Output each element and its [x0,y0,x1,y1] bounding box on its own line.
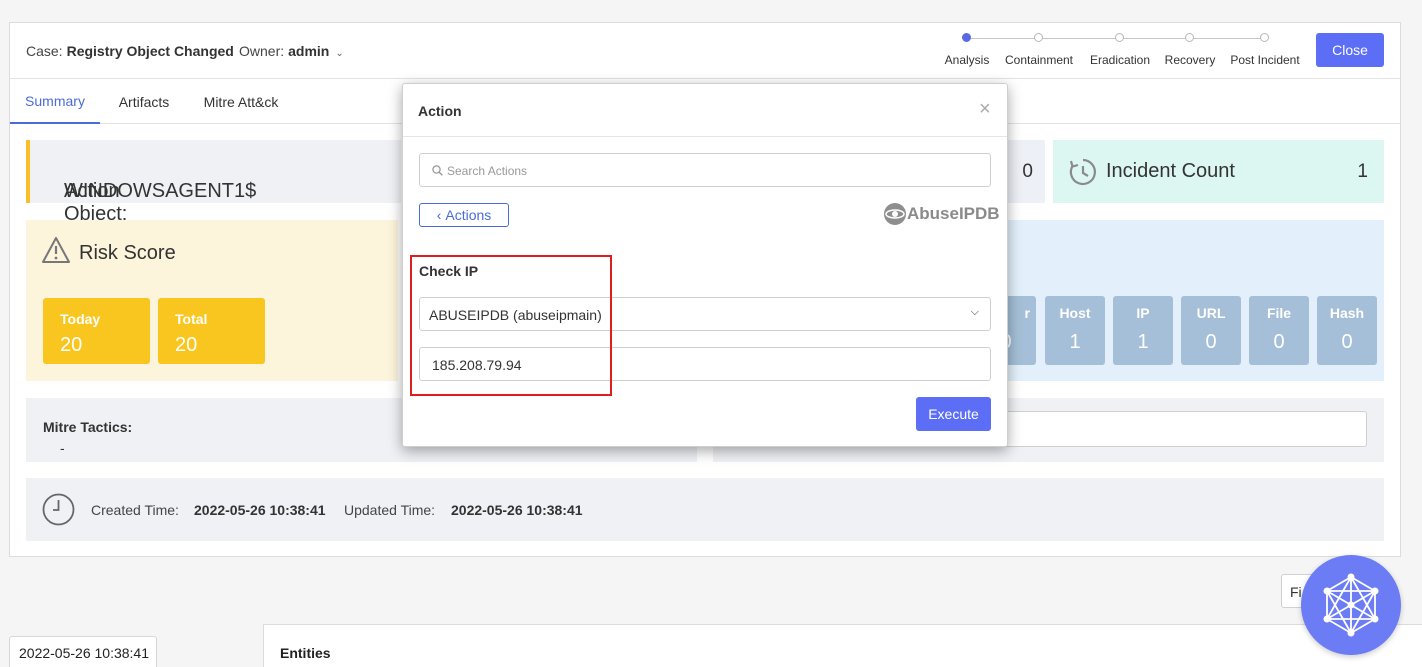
modal-header: Action × [403,84,1007,137]
step-dot-analysis[interactable] [962,33,971,42]
chevron-down-icon: ⌵ [970,306,979,318]
risk-today-box: Today 20 [43,298,150,364]
count-value: 0 [1022,161,1033,182]
step-label-eradication[interactable]: Eradication [1090,53,1150,67]
owner-label: Owner: [239,43,285,59]
artifact-box-url: URL 0 [1181,296,1241,365]
history-icon [1069,158,1096,186]
incident-count-label: Incident Count [1106,160,1235,182]
artifact-counts-panel: r 0 Host 1 IP 1 URL 0 File 0 Hash 0 [976,220,1384,381]
step-dot-containment[interactable] [1034,33,1043,42]
tab-mitre-attack[interactable]: Mitre Att&ck [190,80,292,124]
risk-score-panel: Risk Score Today 20 Total 20 [26,220,398,381]
action-object-panel: Action Object: WINDOWSAGENT1$ [26,140,401,225]
case-label: Case: [26,43,63,59]
chevron-down-icon: ⌄ [335,48,344,59]
step-label-analysis[interactable]: Analysis [945,53,990,67]
clock-icon [42,493,75,526]
owner-dropdown[interactable]: Owner: admin ⌄ [239,43,344,59]
case-title: Case: Registry Object Changed [26,43,234,59]
search-icon [432,165,443,176]
owner-name: admin [288,43,330,59]
risk-today-value: 20 [60,334,83,356]
step-label-containment[interactable]: Containment [1005,53,1073,67]
step-label-post-incident[interactable]: Post Incident [1230,53,1299,67]
risk-total-value: 20 [175,334,198,356]
risk-today-label: Today [60,311,101,327]
entities-title: Entities [280,645,331,661]
back-label: Actions [445,207,492,223]
tab-artifacts[interactable]: Artifacts [104,80,184,124]
step-dot-post-incident[interactable] [1260,33,1269,42]
abuseipdb-brand: AbuseIPDB [907,204,1000,223]
timeline-date: 2022-05-26 10:38:41 [9,636,157,667]
times-panel: Created Time: 2022-05-26 10:38:41 Update… [26,478,1384,541]
artifact-label: File [1266,305,1292,321]
artifact-value: 1 [1069,331,1081,353]
step-dot-eradication[interactable] [1115,33,1124,42]
mitre-tactics-label: Mitre Tactics: [43,419,133,435]
created-time-value: 2022-05-26 10:38:41 [194,502,326,518]
risk-total-label: Total [175,311,208,327]
incident-count-panel: Incident Count 1 [1053,140,1384,203]
network-assistant-button[interactable] [1301,555,1401,655]
step-dot-recovery[interactable] [1185,33,1194,42]
action-object-value: WINDOWSAGENT1$ [64,180,257,202]
updated-time-value: 2022-05-26 10:38:41 [451,502,583,518]
abuseipdb-logo: AbuseIPDB [883,202,1000,226]
updated-time-label: Updated Time: [344,502,436,518]
network-icon [1323,573,1379,637]
created-time-label: Created Time: [91,502,179,518]
entities-panel: Entities [263,624,1422,667]
artifact-value: 0 [1341,331,1353,353]
artifact-box-file: File 0 [1249,296,1309,365]
mitre-tactics-value: - [60,440,65,456]
artifact-label: URL [1196,305,1226,321]
tab-summary[interactable]: Summary [10,80,100,124]
search-actions-input[interactable]: Search Actions [419,153,991,187]
search-placeholder: Search Actions [447,164,528,178]
artifact-box-hash: Hash 0 [1317,296,1377,365]
artifact-label: Host [1059,305,1091,321]
artifact-value: 0 [1205,331,1217,353]
artifact-box-host: Host 1 [1045,296,1105,365]
close-button[interactable]: Close [1316,33,1384,67]
chevron-left-icon: ‹ [436,207,442,223]
risk-score-title: Risk Score [79,242,176,264]
step-label-recovery[interactable]: Recovery [1165,53,1216,67]
abuseipdb-logo-icon [884,203,906,225]
close-icon[interactable]: × [979,98,991,121]
warning-icon [42,237,70,263]
artifact-label: Hash [1329,305,1365,321]
artifact-value: 0 [1273,331,1285,353]
back-to-actions-button[interactable]: ‹ Actions [419,203,509,227]
incident-count-value: 1 [1357,161,1368,182]
case-header: Case: Registry Object Changed Owner: admin… [10,23,1400,79]
case-name: Registry Object Changed [66,43,234,59]
highlight-box [410,255,612,396]
execute-button[interactable]: Execute [916,397,991,431]
artifact-box-ip: IP 1 [1113,296,1173,365]
risk-total-box: Total 20 [158,298,265,364]
artifact-value: 1 [1137,331,1149,353]
artifact-label: IP [1136,305,1150,321]
modal-title: Action [418,103,462,119]
